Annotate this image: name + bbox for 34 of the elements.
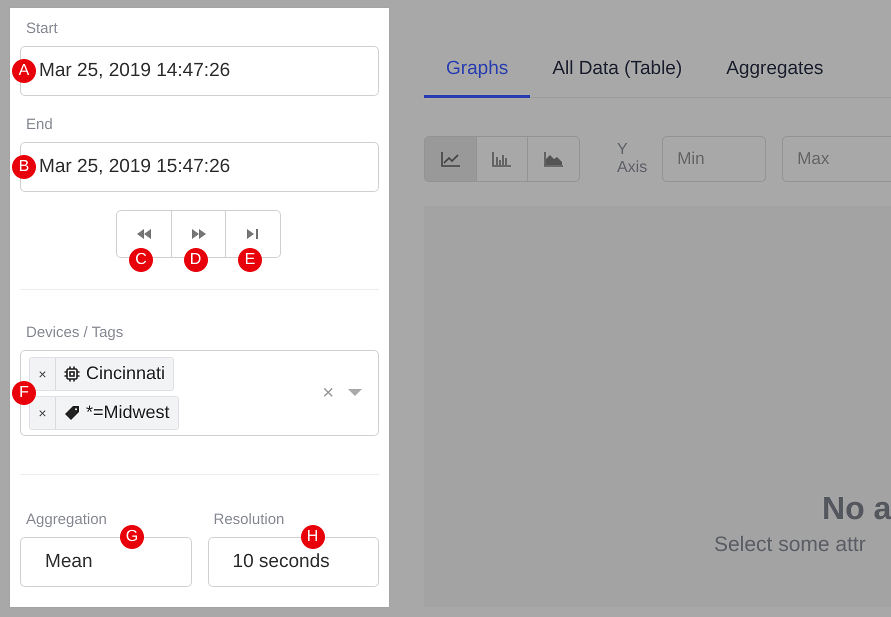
- callout-marker: D: [184, 248, 208, 272]
- empty-state-message: Select some attr: [714, 532, 866, 556]
- chip-label: *=Midwest: [86, 402, 170, 423]
- field-label: End: [26, 116, 54, 133]
- y-max-field[interactable]: Max: [782, 136, 891, 182]
- field-label: Aggregation: [26, 511, 108, 528]
- tab[interactable]: Aggregates: [704, 52, 846, 98]
- callout-marker: F: [12, 381, 36, 405]
- callout-marker: H: [300, 525, 324, 549]
- callout-marker: A: [12, 59, 36, 83]
- y-min-field[interactable]: Min: [662, 136, 766, 182]
- tab[interactable]: Graphs: [424, 52, 530, 98]
- callout-marker: E: [238, 248, 262, 272]
- tag-icon: [64, 404, 80, 420]
- y-axis-label: Y Axis: [617, 140, 648, 176]
- line-chart-icon: [440, 150, 460, 166]
- area-chart-icon: [544, 150, 564, 166]
- bar-chart-icon: [492, 150, 512, 166]
- callout-marker: B: [12, 155, 36, 179]
- field-label: Resolution: [214, 511, 286, 528]
- rewind-icon: [137, 229, 152, 239]
- chart-type-button[interactable]: [476, 136, 528, 182]
- tab[interactable]: All Data (Table): [530, 52, 704, 98]
- chip-label: Cincinnati: [86, 363, 166, 384]
- chart-type-button[interactable]: [527, 136, 580, 182]
- chart-type-button[interactable]: [424, 136, 477, 182]
- callout-marker: C: [129, 248, 153, 272]
- field-label: Devices / Tags: [26, 324, 124, 341]
- field-label: Start: [26, 20, 59, 37]
- caret-icon: [348, 389, 362, 397]
- callout-marker: G: [120, 525, 144, 549]
- fast-forward-icon: [192, 229, 206, 239]
- chip-icon: [64, 366, 80, 382]
- skip-end-icon: [247, 229, 260, 239]
